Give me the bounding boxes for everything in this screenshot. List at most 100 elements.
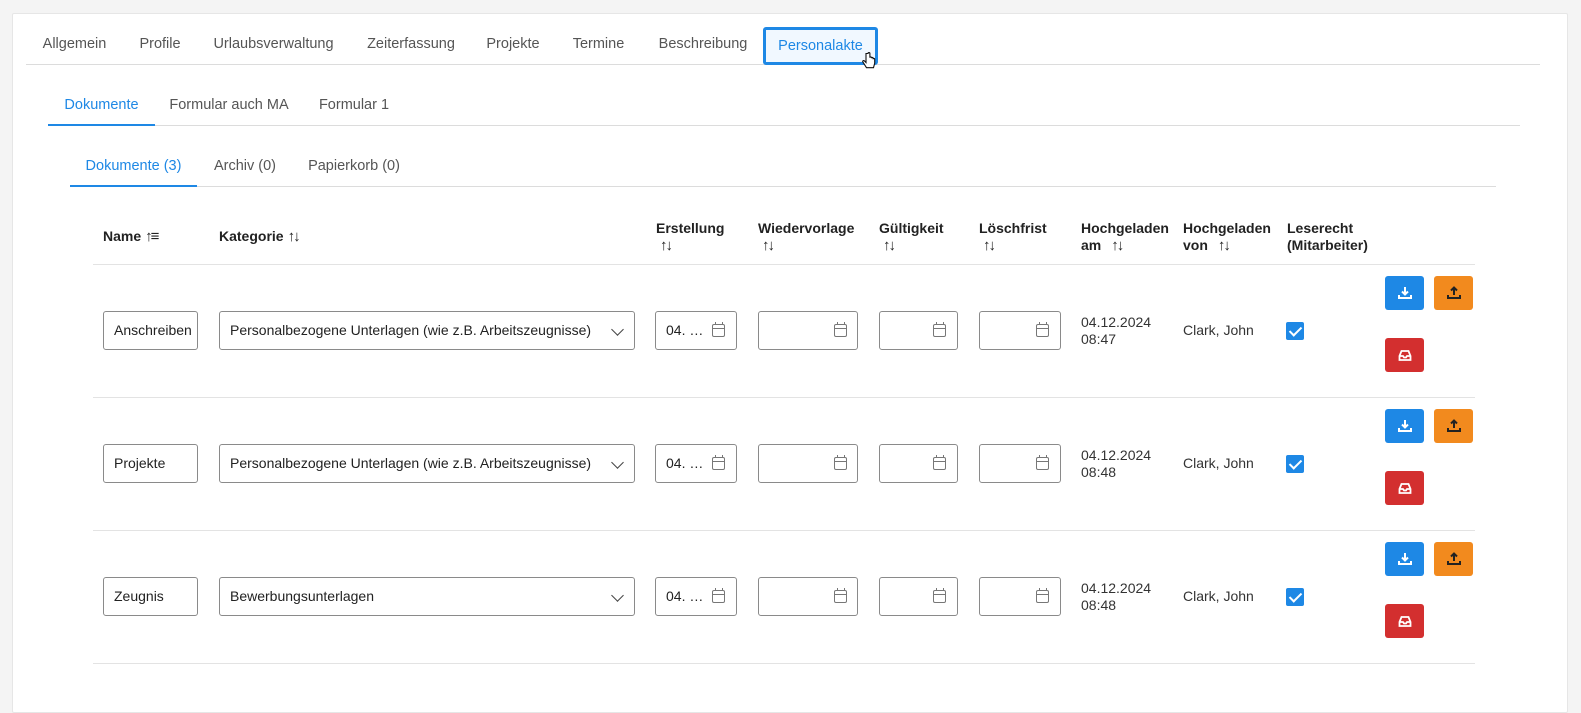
calendar-icon[interactable] <box>712 322 725 337</box>
download-button[interactable] <box>1385 542 1424 576</box>
sort-icon[interactable]: ↑↓ <box>1111 237 1124 254</box>
gueltigkeit-date-input[interactable] <box>879 311 958 350</box>
uploaded-date: 04.12.2024 <box>1081 580 1152 596</box>
calendar-icon[interactable] <box>933 588 946 603</box>
column-header-name[interactable]: Name ↑≡ <box>103 228 159 245</box>
sort-icon[interactable]: ↑↓ <box>983 237 996 254</box>
gueltigkeit-date-input[interactable] <box>879 577 958 616</box>
calendar-icon[interactable] <box>933 322 946 337</box>
loeschfrist-date-input[interactable] <box>979 444 1061 483</box>
tab-beschreibung[interactable]: Beschreibung <box>643 27 763 65</box>
gueltigkeit-date-input[interactable] <box>879 444 958 483</box>
upload-button[interactable] <box>1434 409 1473 443</box>
subtab-formular-auch-ma[interactable]: Formular auch MA <box>155 91 303 126</box>
archive-button[interactable] <box>1385 604 1424 638</box>
inbox-archive-icon <box>1397 480 1413 496</box>
tab-urlaubsverwaltung[interactable]: Urlaubsverwaltung <box>197 27 350 65</box>
column-header-loeschfrist[interactable]: Löschfrist ↑↓ <box>979 220 1047 254</box>
uploaded-date: 04.12.2024 <box>1081 314 1152 330</box>
erstellung-date-input[interactable]: 04. … <box>655 311 737 350</box>
calendar-icon[interactable] <box>712 455 725 470</box>
kategorie-select[interactable]: Personalbezogene Unterlagen (wie z.B. Ar… <box>219 311 635 350</box>
erstellung-date-input[interactable]: 04. … <box>655 577 737 616</box>
uploaded-time: 08:47 <box>1081 331 1117 347</box>
leserecht-checkbox[interactable] <box>1286 455 1304 473</box>
sort-icon[interactable]: ↑↓ <box>1218 237 1231 254</box>
calendar-icon[interactable] <box>712 588 725 603</box>
sort-icon[interactable]: ↑↓ <box>883 237 896 254</box>
leserecht-checkbox[interactable] <box>1286 322 1304 340</box>
column-header-kategorie[interactable]: Kategorie ↑↓ <box>219 228 301 245</box>
wiedervorlage-date-input[interactable] <box>758 311 858 350</box>
upload-icon <box>1446 285 1462 301</box>
table-row: Projekte Personalbezogene Unterlagen (wi… <box>93 398 1475 531</box>
tab-allgemein[interactable]: Allgemein <box>26 27 123 65</box>
download-button[interactable] <box>1385 409 1424 443</box>
upload-button[interactable] <box>1434 542 1473 576</box>
download-button[interactable] <box>1385 276 1424 310</box>
download-icon <box>1397 551 1413 567</box>
doctab-dokumente[interactable]: Dokumente (3) <box>70 152 197 187</box>
download-icon <box>1397 418 1413 434</box>
column-header-hochgeladen-von[interactable]: Hochgeladen von ↑↓ <box>1183 220 1271 254</box>
inbox-archive-icon <box>1397 347 1413 363</box>
sort-icon[interactable]: ↑↓ <box>660 237 673 254</box>
calendar-icon[interactable] <box>1036 455 1049 470</box>
doctab-archiv[interactable]: Archiv (0) <box>197 152 293 187</box>
archive-button[interactable] <box>1385 471 1424 505</box>
column-header-gueltigkeit[interactable]: Gültigkeit ↑↓ <box>879 220 944 254</box>
calendar-icon[interactable] <box>1036 322 1049 337</box>
archive-button[interactable] <box>1385 338 1424 372</box>
uploaded-time: 08:48 <box>1081 464 1117 480</box>
kategorie-select[interactable]: Bewerbungsunterlagen <box>219 577 635 616</box>
download-icon <box>1397 285 1413 301</box>
name-input[interactable]: Zeugnis <box>103 577 198 616</box>
document-tab-bar: Dokumente (3) Archiv (0) Papierkorb (0) <box>70 152 1496 187</box>
column-header-leserecht: Leserecht (Mitarbeiter) <box>1287 220 1368 253</box>
tab-personalakte[interactable]: Personalakte <box>763 27 878 65</box>
kategorie-value: Personalbezogene Unterlagen (wie z.B. Ar… <box>230 455 592 471</box>
column-header-erstellung[interactable]: Erstellung ↑↓ <box>656 220 724 254</box>
sort-icon[interactable]: ↑↓ <box>288 228 301 245</box>
kategorie-value: Personalbezogene Unterlagen (wie z.B. Ar… <box>230 322 592 338</box>
leserecht-checkbox[interactable] <box>1286 588 1304 606</box>
tab-projekte[interactable]: Projekte <box>472 27 554 65</box>
erstellung-value: 04. … <box>666 455 704 471</box>
tab-zeiterfassung[interactable]: Zeiterfassung <box>350 27 472 65</box>
erstellung-value: 04. … <box>666 322 704 338</box>
kategorie-value: Bewerbungsunterlagen <box>230 588 374 604</box>
sort-asc-icon[interactable]: ↑≡ <box>145 228 159 245</box>
table-row: Anschreiben Personalbezogene Unterlagen … <box>93 265 1475 398</box>
wiedervorlage-date-input[interactable] <box>758 444 858 483</box>
erstellung-value: 04. … <box>666 588 704 604</box>
calendar-icon[interactable] <box>933 455 946 470</box>
calendar-icon[interactable] <box>1036 588 1049 603</box>
calendar-icon[interactable] <box>834 322 847 337</box>
sort-icon[interactable]: ↑↓ <box>762 237 775 254</box>
calendar-icon[interactable] <box>834 588 847 603</box>
inbox-archive-icon <box>1397 613 1413 629</box>
subtab-formular-1[interactable]: Formular 1 <box>303 91 405 126</box>
upload-button[interactable] <box>1434 276 1473 310</box>
chevron-down-icon <box>611 456 624 469</box>
column-header-wiedervorlage[interactable]: Wiedervorlage ↑↓ <box>758 220 854 254</box>
upload-icon <box>1446 418 1462 434</box>
name-input[interactable]: Projekte <box>103 444 198 483</box>
loeschfrist-date-input[interactable] <box>979 577 1061 616</box>
kategorie-select[interactable]: Personalbezogene Unterlagen (wie z.B. Ar… <box>219 444 635 483</box>
calendar-icon[interactable] <box>834 455 847 470</box>
subtab-dokumente[interactable]: Dokumente <box>48 91 155 126</box>
uploaded-by: Clark, John <box>1183 455 1254 471</box>
tab-profile[interactable]: Profile <box>123 27 197 65</box>
uploaded-by: Clark, John <box>1183 588 1254 604</box>
tab-termine[interactable]: Termine <box>554 27 643 65</box>
column-header-hochgeladen-am[interactable]: Hochgeladen am ↑↓ <box>1081 220 1169 254</box>
sub-tab-bar: Dokumente Formular auch MA Formular 1 <box>48 91 1520 126</box>
chevron-down-icon <box>611 589 624 602</box>
loeschfrist-date-input[interactable] <box>979 311 1061 350</box>
main-tab-bar: Allgemein Profile Urlaubsverwaltung Zeit… <box>26 27 1540 65</box>
erstellung-date-input[interactable]: 04. … <box>655 444 737 483</box>
wiedervorlage-date-input[interactable] <box>758 577 858 616</box>
doctab-papierkorb[interactable]: Papierkorb (0) <box>293 152 415 187</box>
name-input[interactable]: Anschreiben <box>103 311 198 350</box>
